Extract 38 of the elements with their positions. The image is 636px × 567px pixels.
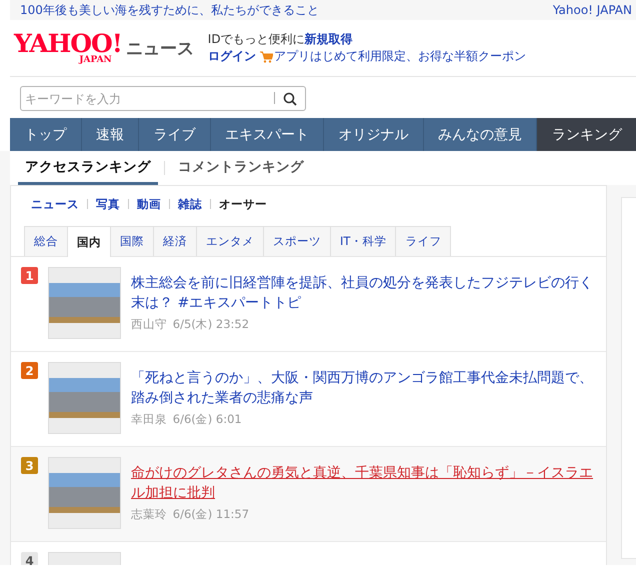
rank-badge: 4: [21, 552, 38, 565]
article-date: 6/5(木) 23:52: [172, 317, 250, 331]
rank-badge: 2: [21, 362, 38, 379]
ranking-tab[interactable]: コメントランキング: [171, 151, 311, 185]
category-tab[interactable]: ライフ: [395, 226, 452, 256]
media-link[interactable]: オーサー: [219, 196, 267, 212]
yahoo-news-logo[interactable]: YAHOO! JAPAN ニュース: [14, 31, 194, 65]
portal-link[interactable]: Yahoo! JAPAN: [552, 3, 632, 17]
login-link[interactable]: ログイン: [208, 48, 256, 65]
signup-link[interactable]: 新規取得: [304, 31, 353, 48]
article-date: 6/6(金) 11:57: [172, 507, 250, 521]
article-author: 幸田泉: [131, 412, 167, 426]
media-link[interactable]: 動画: [137, 196, 161, 212]
nav-tab[interactable]: ランキング: [537, 118, 636, 151]
cart-icon: [260, 50, 273, 62]
search-icon: [283, 92, 297, 106]
rank-badge: 1: [21, 267, 38, 284]
category-tab[interactable]: 経済: [153, 226, 197, 256]
category-tab[interactable]: 国際: [110, 226, 154, 256]
article-author: 志葉玲: [131, 507, 167, 521]
article-title-link[interactable]: 命がけのグレタさんの勇気と真逆、千葉県知事は「恥知らず」－イスラエル加担に批判: [131, 463, 596, 503]
category-tab[interactable]: 国内: [67, 226, 111, 257]
category-tab[interactable]: スポーツ: [263, 226, 331, 256]
category-tab[interactable]: IT・科学: [330, 226, 396, 256]
category-tab[interactable]: 総合: [24, 226, 68, 256]
search-field[interactable]: キーワードを入力: [20, 86, 306, 111]
article-title-link[interactable]: 「死ねと言うのか」、大阪・関西万博のアンゴラ館工事代金未払問題で、踏み倒された業者の悲痛な声: [131, 368, 596, 408]
category-tab[interactable]: エンタメ: [196, 226, 264, 256]
article-author: 西山守: [131, 317, 167, 331]
media-link[interactable]: 写真: [96, 196, 120, 212]
media-link[interactable]: ニュース: [31, 196, 79, 212]
id-promo-text: IDでもっと便利に: [208, 31, 305, 48]
rank-badge: 3: [21, 457, 38, 474]
coupon-link[interactable]: アプリはじめて利用限定、お得な半額クーポン: [274, 48, 526, 65]
article-date: 6/6(金) 6:01: [172, 412, 242, 426]
media-link[interactable]: 雑誌: [178, 196, 202, 212]
article-title-link[interactable]: 株主総会を前に旧経営陣を提訴、社員の処分を発表したフジテレビの行く末は？ #エキスパートトピ: [131, 273, 596, 313]
banner-link[interactable]: 100年後も美しい海を残すために、私たちができること: [20, 3, 319, 17]
